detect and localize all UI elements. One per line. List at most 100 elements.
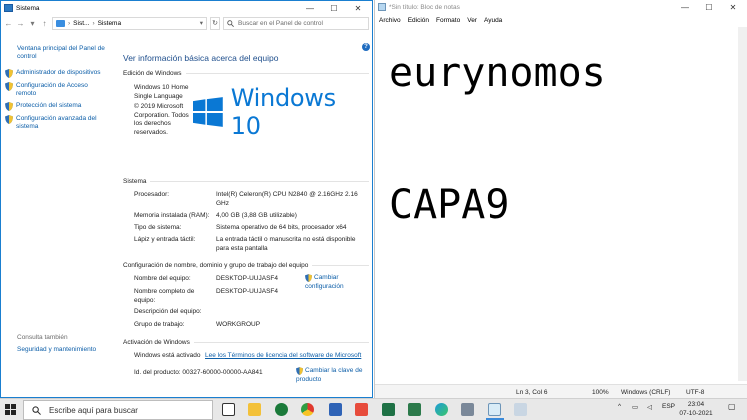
start-button[interactable] (5, 404, 16, 415)
shield-icon (5, 115, 13, 124)
sidebar-item-system-protection[interactable]: Protección del sistema (5, 102, 109, 111)
windows-logo-text: Windows 10 (230, 84, 336, 140)
language-indicator[interactable]: ESP (662, 403, 675, 410)
control-panel-search[interactable]: Buscar en el Panel de control (223, 16, 369, 30)
cursor-position: Ln 3, Col 6 (516, 389, 548, 396)
computer-name-section-title: Configuración de nombre, dominio y grupo… (123, 262, 369, 269)
notifications-icon[interactable]: ▢ (728, 402, 736, 411)
taskbar-search-placeholder: Escribe aquí para buscar (49, 405, 138, 415)
recent-dropdown-icon[interactable]: ▾ (28, 18, 37, 28)
maximize-button[interactable]: ☐ (697, 0, 721, 14)
edition-info: Windows 10 Home Single Language © 2019 M… (134, 84, 189, 137)
back-arrow-icon[interactable]: ← (4, 18, 13, 28)
windows-logo: Windows 10 (193, 84, 372, 140)
system-taskbar-icon[interactable] (514, 403, 527, 416)
taskbar: Escribe aquí para buscar ^ ▭ ◁ ESP 23:04… (0, 398, 747, 420)
task-view-icon[interactable] (222, 403, 235, 416)
text-line (389, 106, 606, 172)
zoom-level: 100% (592, 389, 609, 396)
system-app-icon (4, 4, 13, 12)
battery-icon[interactable]: ▭ (632, 403, 638, 411)
media-player-icon[interactable] (275, 403, 288, 416)
change-settings-link[interactable]: Cambiar configuración (305, 274, 365, 291)
notepad-taskbar-icon[interactable] (488, 403, 501, 416)
workgroup-value: WORKGROUP (216, 321, 261, 328)
maximize-button[interactable]: ☐ (322, 1, 346, 15)
page-title: Ver información básica acerca del equipo (123, 53, 279, 63)
taskbar-clock[interactable]: 23:04 07-10-2021 (676, 400, 716, 418)
menu-formato[interactable]: Formato (436, 17, 460, 24)
system-type-label: Tipo de sistema: (134, 224, 182, 231)
sidebar-home-link[interactable]: Ventana principal del Panel de control (17, 45, 109, 61)
store-icon[interactable] (355, 403, 368, 416)
file-explorer-icon[interactable] (248, 403, 261, 416)
up-arrow-icon[interactable]: ↑ (40, 18, 49, 28)
sidebar-item-remote-access[interactable]: Configuración de Acceso remoto (5, 82, 109, 98)
search-icon (32, 405, 41, 415)
system-section-label: Sistema (123, 178, 147, 185)
notepad-window-controls: — ☐ ✕ (673, 0, 745, 14)
close-button[interactable]: ✕ (346, 1, 370, 15)
edition-section-label: Edición de Windows (123, 70, 182, 77)
vertical-scrollbar[interactable] (738, 27, 747, 381)
processor-label: Procesador: (134, 191, 170, 198)
minimize-button[interactable]: — (673, 0, 697, 14)
breadcrumb-separator: › (68, 19, 71, 27)
see-also-heading: Consulta también (17, 334, 68, 341)
sidebar-item-label: Administrador de dispositivos (16, 69, 101, 76)
help-icon[interactable]: ? (362, 43, 370, 51)
shield-icon (5, 69, 13, 78)
breadcrumb-separator: › (92, 19, 95, 27)
license-terms-link[interactable]: Lee los Términos de licencia del softwar… (205, 352, 361, 361)
shield-icon (5, 102, 13, 111)
chrome-icon[interactable] (301, 403, 314, 416)
edition-copyright: © 2019 Microsoft Corporation. Todos los … (134, 103, 189, 136)
security-maintenance-link[interactable]: Seguridad y mantenimiento (17, 346, 96, 353)
notepad-text-area[interactable]: eurynomos CAPA9 (389, 40, 606, 238)
sidebar-item-advanced-settings[interactable]: Configuración avanzada del sistema (5, 115, 109, 131)
breadcrumb-current[interactable]: Sistema (98, 20, 121, 27)
full-computer-name-label: Nombre completo de equipo: (134, 288, 195, 304)
windows-logo-icon (193, 97, 223, 127)
settings-app-icon[interactable] (461, 403, 474, 416)
sidebar-item-label: Protección del sistema (16, 102, 82, 109)
taskbar-search[interactable]: Escribe aquí para buscar (23, 400, 213, 420)
shield-icon (5, 82, 13, 91)
text-line: eurynomos (389, 50, 606, 96)
close-button[interactable]: ✕ (721, 0, 745, 14)
breadcrumb-item[interactable]: Sist... (73, 20, 89, 27)
text-line: CAPA9 (389, 182, 510, 228)
menu-edicion[interactable]: Edición (408, 17, 429, 24)
ram-value: 4,00 GB (3,88 GB utilizable) (216, 212, 297, 219)
computer-name-section-label: Configuración de nombre, dominio y grupo… (123, 262, 309, 269)
sidebar-item-label: Configuración de Acceso remoto (16, 82, 88, 97)
volume-icon[interactable]: ◁ (647, 403, 652, 411)
edge-icon[interactable] (435, 403, 448, 416)
address-dropdown-icon[interactable]: ▾ (200, 19, 203, 27)
sidebar-item-device-manager[interactable]: Administrador de dispositivos (5, 69, 109, 78)
activation-status: Windows está activado (134, 352, 201, 359)
search-icon (227, 19, 234, 27)
system-type-value: Sistema operativo de 64 bits, procesador… (216, 224, 347, 231)
forward-arrow-icon[interactable]: → (16, 18, 25, 28)
main-content: Ver información básica acerca del equipo (123, 53, 369, 71)
control-panel-icon (56, 19, 65, 27)
processor-value: Intel(R) Celeron(R) CPU N2840 @ 2.16GHz … (216, 191, 358, 207)
excel-icon[interactable] (382, 403, 395, 416)
word-icon[interactable] (329, 403, 342, 416)
green-app-icon[interactable] (408, 403, 421, 416)
menu-archivo[interactable]: Archivo (379, 17, 401, 24)
refresh-icon[interactable]: ↻ (210, 16, 220, 30)
menu-ver[interactable]: Ver (467, 17, 477, 24)
notepad-window: *Sin título: Bloc de notas — ☐ ✕ Archivo… (374, 0, 747, 398)
minimize-button[interactable]: — (298, 1, 322, 15)
shield-icon (305, 274, 312, 282)
computer-name-value: DESKTOP-UUJASF4 (216, 275, 279, 282)
notepad-statusbar: Ln 3, Col 6 100% Windows (CRLF) UTF-8 (375, 384, 747, 398)
encoding: UTF-8 (686, 389, 705, 396)
notepad-menubar: Archivo Edición Formato Ver Ayuda (375, 14, 747, 27)
tray-chevron-icon[interactable]: ^ (618, 403, 621, 410)
menu-ayuda[interactable]: Ayuda (484, 17, 502, 24)
address-bar[interactable]: › Sist... › Sistema ▾ (52, 16, 207, 30)
change-product-key-link[interactable]: Cambiar la clave de producto (296, 367, 368, 384)
